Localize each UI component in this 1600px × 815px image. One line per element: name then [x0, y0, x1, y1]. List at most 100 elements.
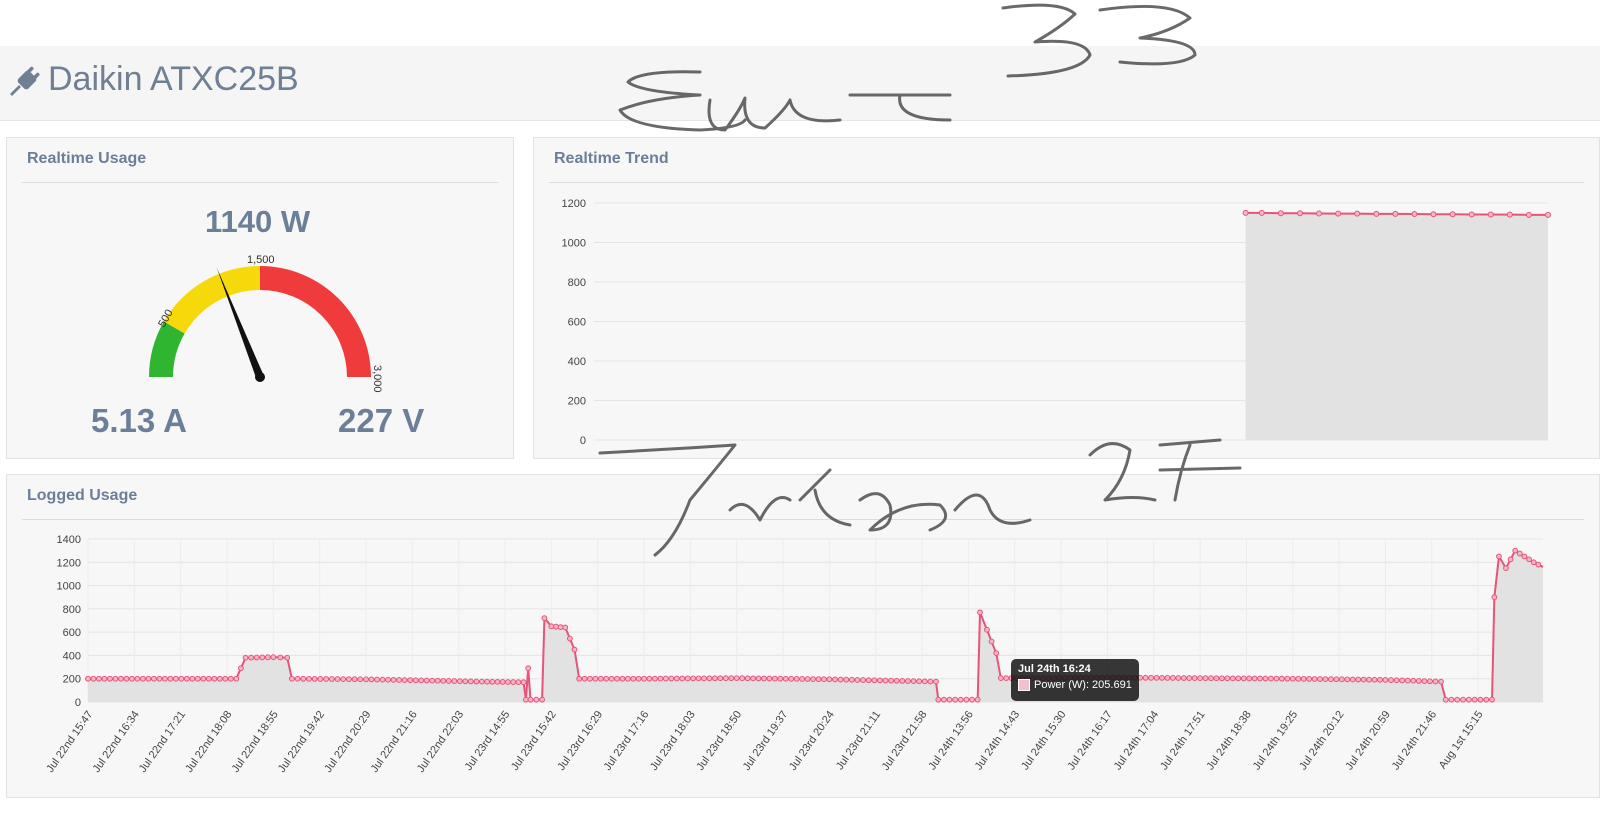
logged-point: [690, 675, 697, 682]
logged-point: [259, 654, 266, 661]
logged-point: [1410, 677, 1417, 684]
logged-point: [1328, 676, 1334, 683]
x-tick-label: Jul 23rd 18:50: [694, 709, 744, 773]
trend-point: [1277, 210, 1284, 217]
logged-point: [178, 675, 185, 682]
logged-point: [1262, 675, 1269, 682]
logged-point: [673, 675, 680, 682]
trend-point: [1354, 210, 1361, 217]
logged-point: [494, 678, 501, 685]
logged-point: [134, 675, 141, 682]
x-tick-label: Jul 22nd 19:42: [276, 709, 327, 775]
logged-point: [1180, 675, 1187, 681]
logged-point: [1460, 696, 1466, 703]
chart-tooltip: Jul 24th 16:24 Power (W): 205.691: [1011, 659, 1139, 701]
x-tick-label: Jul 22nd 21:16: [369, 709, 420, 775]
logged-point: [916, 678, 923, 685]
logged-point: [1442, 696, 1449, 703]
logged-point: [1454, 696, 1461, 703]
logged-point: [739, 675, 746, 682]
y-tick-label: 400: [568, 356, 586, 368]
logged-point: [1295, 675, 1302, 682]
logged-point: [1273, 675, 1280, 682]
logged-point: [1526, 556, 1532, 563]
logged-point: [810, 676, 816, 682]
logged-point: [832, 676, 838, 683]
logged-point: [1399, 677, 1406, 684]
y-tick-label: 800: [63, 604, 81, 616]
y-tick-label: 0: [580, 435, 586, 447]
logged-point: [1202, 675, 1209, 682]
logged-usage-panel: Logged Usage 0 200 400 600 800 1000 1200 1400 Ju…: [6, 474, 1600, 798]
needle-hub: [255, 372, 265, 382]
logged-point: [553, 623, 559, 630]
gauge-label-3000: 3,000: [371, 365, 383, 393]
logged-point: [865, 677, 872, 684]
logged-point: [1153, 674, 1160, 681]
x-tick-label: Jul 23rd 19:37: [741, 709, 791, 773]
logged-point: [608, 675, 615, 682]
x-tick-label: Jul 24th 14:43: [973, 709, 1022, 773]
logged-point: [587, 675, 593, 682]
x-tick-label: Jul 22nd 15:47: [44, 709, 95, 775]
logged-point: [1284, 675, 1291, 682]
logged-point: [539, 696, 546, 703]
logged-point: [216, 675, 223, 682]
logged-point: [641, 675, 647, 682]
logged-point: [712, 675, 718, 682]
logged-point: [1142, 674, 1149, 681]
trend-point: [1335, 210, 1342, 217]
logged-point: [804, 676, 811, 682]
logged-point: [1219, 675, 1225, 682]
logged-point: [963, 696, 970, 703]
logged-point: [882, 677, 889, 684]
logged-point: [1311, 676, 1318, 682]
logged-point: [695, 675, 702, 682]
x-tick-label: Jul 24th 20:59: [1343, 709, 1392, 773]
logged-point: [592, 675, 599, 682]
logged-point: [300, 675, 307, 682]
logged-point: [701, 675, 707, 682]
logged-point: [652, 675, 658, 682]
logged-point: [793, 675, 800, 682]
logged-point: [984, 626, 990, 633]
logged-point: [505, 679, 511, 685]
logged-point: [211, 675, 218, 682]
logged-point: [837, 676, 844, 683]
logged-point: [624, 675, 631, 682]
logged-point: [1344, 676, 1351, 683]
logged-point: [277, 654, 284, 661]
tooltip-title: Jul 24th 16:24: [1018, 663, 1091, 675]
logged-usage-chart[interactable]: 0200400600800100012001400Jul 22nd 15:47J…: [7, 475, 1600, 799]
logged-point: [843, 676, 850, 683]
logged-point: [1224, 675, 1231, 682]
y-tick-label: 1000: [562, 238, 586, 250]
logged-point: [679, 675, 686, 682]
logged-point: [860, 677, 866, 683]
logged-point: [379, 676, 386, 683]
logged-point: [854, 677, 861, 683]
logged-point: [374, 676, 380, 683]
logged-point: [706, 675, 713, 682]
gauge-band-yellow: [163, 266, 260, 334]
x-tick-label: Jul 24th 15:30: [1019, 709, 1068, 773]
logged-point: [771, 675, 778, 682]
logged-point: [423, 677, 430, 684]
logged-point: [462, 678, 469, 685]
trend-point: [1545, 211, 1551, 218]
y-tick-label: 1000: [57, 581, 81, 593]
logged-point: [567, 635, 573, 642]
logged-point: [334, 676, 341, 682]
logged-point: [510, 679, 517, 685]
logged-point: [1278, 675, 1285, 682]
logged-point: [848, 676, 855, 683]
logged-point: [396, 677, 403, 683]
logged-point: [385, 676, 391, 683]
logged-point: [876, 677, 883, 684]
logged-point: [484, 678, 490, 685]
logged-point: [581, 675, 588, 682]
logged-point: [434, 677, 441, 684]
logged-point: [1246, 675, 1253, 682]
trend-area: [1245, 212, 1548, 440]
logged-point: [1186, 675, 1193, 681]
